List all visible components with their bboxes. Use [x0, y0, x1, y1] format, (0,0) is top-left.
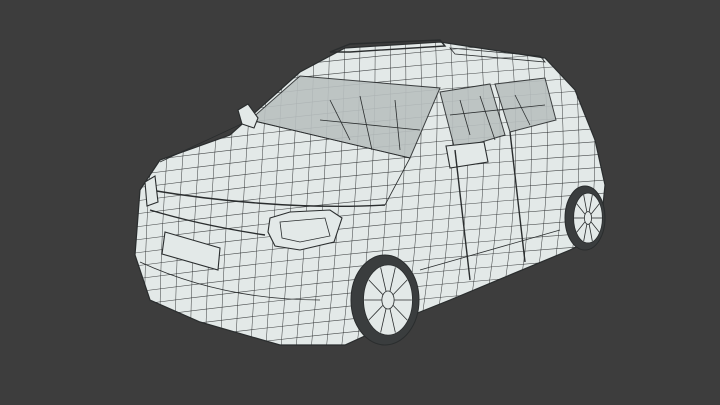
front-wheel: [350, 254, 420, 346]
headlight-left: [144, 175, 159, 207]
render-viewport: [0, 0, 720, 405]
car-wireframe-render: [98, 30, 606, 360]
hub: [381, 290, 395, 310]
rear-wheel: [564, 185, 606, 251]
mesh-line: [135, 42, 136, 345]
mesh-line: [98, 30, 120, 360]
hub: [584, 211, 593, 225]
